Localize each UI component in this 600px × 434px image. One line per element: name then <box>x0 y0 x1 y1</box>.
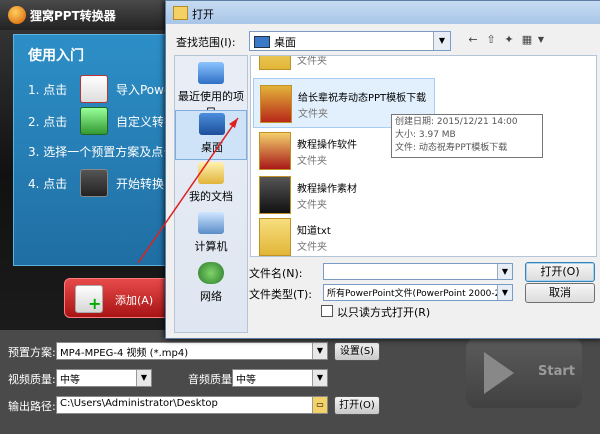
annotation-arrow <box>137 117 239 264</box>
